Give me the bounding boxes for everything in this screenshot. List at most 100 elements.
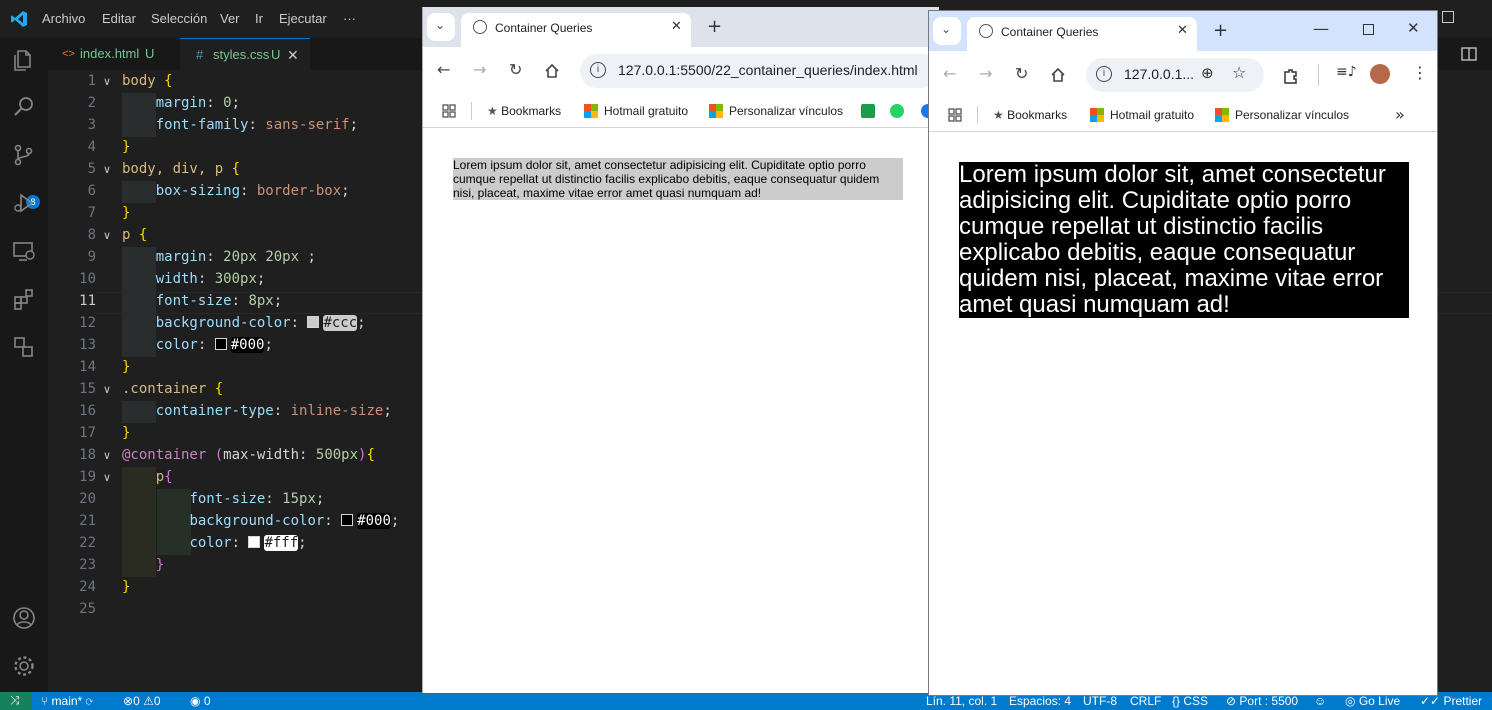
back-icon[interactable]: ← <box>943 64 956 83</box>
code-line[interactable]: } <box>122 557 164 573</box>
go-live-button[interactable]: ◎ Go Live <box>1345 694 1400 708</box>
line-ending[interactable]: CRLF <box>1130 694 1161 708</box>
address-bar[interactable]: i 127.0.0.1... ⊕ ☆ <box>1086 58 1264 92</box>
tab-search-button[interactable]: ⌄ <box>933 17 961 45</box>
code-line[interactable]: margin: 0; <box>122 95 240 111</box>
new-tab-icon[interactable]: + <box>707 16 722 37</box>
code-line[interactable]: font-size: 8px; <box>122 293 282 309</box>
bookmark-bookmarks[interactable]: ★ Bookmarks <box>993 108 1067 122</box>
language-mode[interactable]: {} CSS <box>1172 694 1208 708</box>
cursor-position[interactable]: Lín. 11, col. 1 <box>926 694 997 708</box>
code-line[interactable]: } <box>122 205 130 221</box>
forward-icon[interactable]: → <box>473 60 486 79</box>
search-icon[interactable] <box>12 95 36 119</box>
menu-seleccion[interactable]: Selección <box>151 11 207 26</box>
avatar[interactable] <box>1370 64 1390 84</box>
fold-chevron-icon[interactable]: ∨ <box>103 163 111 176</box>
bookmark-hotmail[interactable]: Hotmail gratuito <box>584 104 688 118</box>
code-line[interactable]: background-color: #ccc; <box>122 315 366 331</box>
menu-ir[interactable]: Ir <box>255 11 263 26</box>
browser-tab[interactable]: Container Queries ✕ <box>967 17 1197 51</box>
info-icon[interactable]: i <box>1096 66 1112 82</box>
bookmark-personalizar[interactable]: Personalizar vínculos <box>1215 108 1349 122</box>
fold-chevron-icon[interactable]: ∨ <box>103 449 111 462</box>
fold-chevron-icon[interactable]: ∨ <box>103 229 111 242</box>
star-icon[interactable]: ☆ <box>1232 63 1246 82</box>
explorer-icon[interactable] <box>12 48 36 72</box>
code-line[interactable]: font-size: 15px; <box>122 491 324 507</box>
tab-index-html[interactable]: <> index.html U <box>48 38 180 70</box>
code-line[interactable]: body { <box>122 73 173 89</box>
forward-icon[interactable]: → <box>979 64 992 83</box>
fold-chevron-icon[interactable]: ∨ <box>103 383 111 396</box>
prettier-indicator[interactable]: ✓✓ Prettier <box>1420 694 1482 708</box>
google-chat-icon[interactable] <box>861 104 875 118</box>
problems-indicator[interactable]: ⊗0 ⚠0 <box>123 694 161 708</box>
reload-icon[interactable]: ↻ <box>509 60 522 79</box>
account-icon[interactable] <box>12 606 36 630</box>
menu-archivo[interactable]: Archivo <box>42 11 85 26</box>
run-debug-icon[interactable] <box>12 191 36 215</box>
close-window-icon[interactable]: ✕ <box>1407 19 1420 37</box>
menu-ver[interactable]: Ver <box>220 11 240 26</box>
bookmark-hotmail[interactable]: Hotmail gratuito <box>1090 108 1194 122</box>
home-icon[interactable] <box>1050 67 1066 83</box>
color-swatch[interactable] <box>214 338 227 350</box>
feedback-icon[interactable]: ☺ <box>1314 694 1326 708</box>
maximize-icon[interactable] <box>1363 24 1374 35</box>
code-line[interactable]: } <box>122 425 130 441</box>
source-control-icon[interactable] <box>12 143 36 167</box>
media-control-icon[interactable]: ≡♪ <box>1336 64 1357 80</box>
menu-more[interactable]: ··· <box>343 11 356 26</box>
whatsapp-icon[interactable] <box>890 104 904 118</box>
code-line[interactable]: p { <box>122 227 147 243</box>
address-bar[interactable]: i 127.0.0.1:5500/22_container_queries/in… <box>580 54 939 88</box>
home-icon[interactable] <box>544 63 560 79</box>
zoom-icon[interactable]: ⊕ <box>1201 64 1214 82</box>
code-line[interactable]: color: #000; <box>122 337 273 353</box>
tab-search-button[interactable]: ⌄ <box>427 13 455 41</box>
code-line[interactable]: p{ <box>122 469 173 485</box>
chevron-double-right-icon[interactable]: » <box>1395 105 1405 124</box>
code-line[interactable]: } <box>122 579 130 595</box>
extensions-puzzle-icon[interactable] <box>1282 67 1300 85</box>
settings-gear-icon[interactable] <box>12 654 36 678</box>
code-line[interactable]: margin: 20px 20px ; <box>122 249 316 265</box>
info-icon[interactable]: i <box>590 62 606 78</box>
encoding[interactable]: UTF-8 <box>1083 694 1117 708</box>
code-line[interactable]: } <box>122 139 130 155</box>
reload-icon[interactable]: ↻ <box>1015 64 1028 83</box>
code-line[interactable]: font-family: sans-serif; <box>122 117 358 133</box>
bookmark-personalizar[interactable]: Personalizar vínculos <box>709 104 843 118</box>
kebab-menu-icon[interactable]: ⋮ <box>1412 63 1428 82</box>
fold-chevron-icon[interactable]: ∨ <box>103 471 111 484</box>
menu-ejecutar[interactable]: Ejecutar <box>279 11 327 26</box>
browser-tab[interactable]: Container Queries ✕ <box>461 13 691 47</box>
code-line[interactable]: color: #fff; <box>122 535 307 551</box>
color-swatch[interactable] <box>341 514 354 526</box>
color-swatch[interactable] <box>307 316 320 328</box>
close-icon[interactable]: ✕ <box>671 19 682 34</box>
code-line[interactable]: body, div, p { <box>122 161 240 177</box>
fold-chevron-icon[interactable]: ∨ <box>103 75 111 88</box>
containers-icon[interactable] <box>12 335 36 359</box>
apps-grid-icon[interactable] <box>948 108 962 122</box>
code-line[interactable]: @container (max-width: 500px){ <box>122 447 375 463</box>
code-line[interactable]: background-color: #000; <box>122 513 399 529</box>
code-line[interactable]: box-sizing: border-box; <box>122 183 350 199</box>
live-server-port[interactable]: ⊘ Port : 5500 <box>1226 694 1298 708</box>
code-line[interactable]: .container { <box>122 381 223 397</box>
extensions-icon[interactable] <box>12 287 36 311</box>
new-tab-icon[interactable]: + <box>1213 20 1228 41</box>
code-line[interactable]: } <box>122 359 130 375</box>
remote-indicator[interactable]: ⤨ <box>0 692 32 710</box>
close-icon[interactable]: ✕ <box>1177 23 1188 38</box>
color-swatch[interactable] <box>248 536 261 548</box>
code-line[interactable]: width: 300px; <box>122 271 266 287</box>
bookmark-bookmarks[interactable]: ★ Bookmarks <box>487 104 561 118</box>
remote-explorer-icon[interactable] <box>12 239 36 263</box>
apps-grid-icon[interactable] <box>442 104 456 118</box>
menu-editar[interactable]: Editar <box>102 11 136 26</box>
code-line[interactable]: container-type: inline-size; <box>122 403 392 419</box>
indentation[interactable]: Espacios: 4 <box>1009 694 1071 708</box>
